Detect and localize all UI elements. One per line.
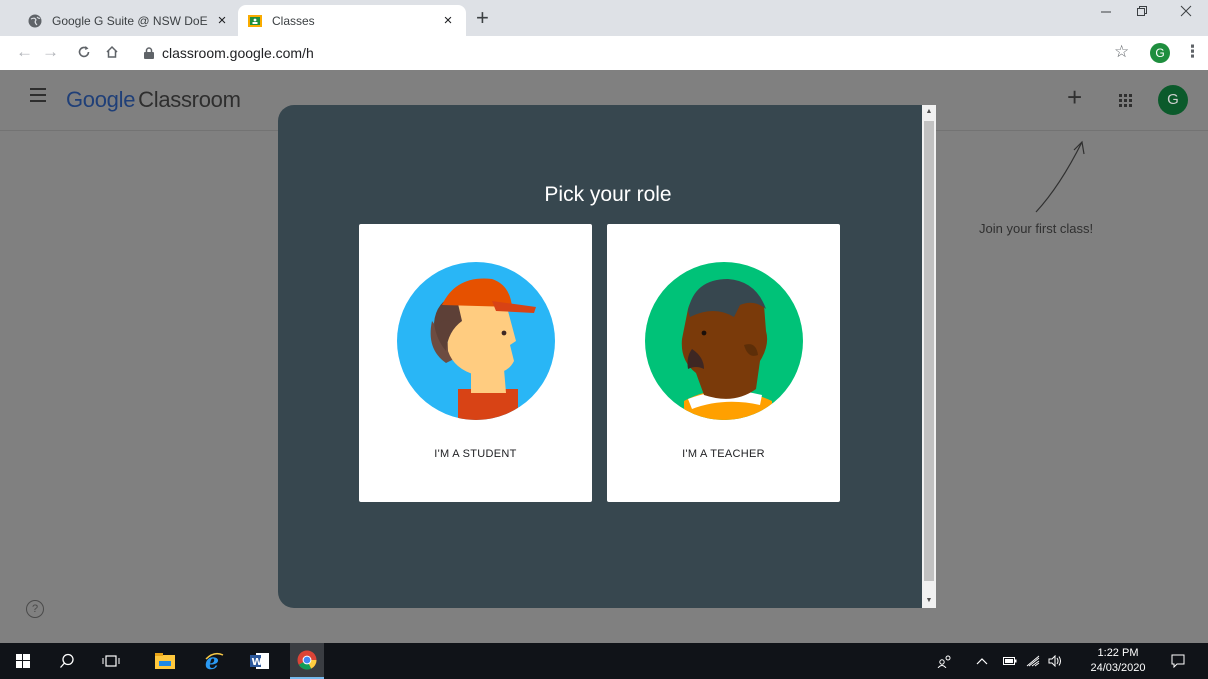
- tab-google-gsuite[interactable]: Google G Suite @ NSW DoE ×: [18, 5, 240, 36]
- teacher-role-card[interactable]: I'M A TEACHER: [607, 224, 840, 502]
- back-arrow-icon[interactable]: ←: [16, 42, 33, 62]
- svg-text:W: W: [252, 657, 263, 668]
- browser-menu-icon[interactable]: ⋮: [1184, 42, 1201, 62]
- tab-close-icon[interactable]: ×: [214, 12, 230, 29]
- dialog-title: Pick your role: [544, 183, 672, 206]
- tab-title: Classes: [272, 13, 315, 28]
- file-explorer-icon[interactable]: [152, 643, 178, 679]
- close-window-icon[interactable]: [1180, 4, 1192, 22]
- browser-toolbar: ← → classroom.google.com/h ☆ G ⋮: [0, 36, 1208, 71]
- join-class-hint: Join your first class!: [979, 221, 1094, 236]
- tab-classes[interactable]: Classes ×: [238, 5, 466, 36]
- clock-date: 24/03/2020: [1090, 662, 1146, 674]
- browser-profile-avatar[interactable]: G: [1150, 43, 1170, 63]
- brand-product: Classroom: [138, 87, 241, 112]
- search-icon[interactable]: [54, 643, 80, 679]
- people-icon[interactable]: [934, 643, 956, 679]
- clock-time: 1:22 PM: [1097, 647, 1139, 659]
- hamburger-menu-icon[interactable]: [30, 88, 46, 106]
- google-classroom-logo[interactable]: Google Classroom: [66, 87, 241, 113]
- action-center-icon[interactable]: [1166, 643, 1190, 679]
- brand-google: Google: [66, 87, 136, 112]
- minimize-icon[interactable]: [1100, 4, 1112, 22]
- chrome-taskbar-icon[interactable]: [290, 643, 324, 679]
- globe-icon: [28, 14, 42, 28]
- student-illustration: [397, 262, 555, 420]
- restore-icon[interactable]: [1136, 4, 1148, 22]
- task-view-icon[interactable]: [98, 643, 124, 679]
- help-icon[interactable]: ?: [26, 600, 44, 618]
- bookmark-star-icon[interactable]: ☆: [1114, 42, 1129, 62]
- volume-icon[interactable]: [1044, 643, 1066, 679]
- windows-taskbar: e W 1:22 PM 24/03/2020: [0, 643, 1208, 679]
- scroll-up-icon[interactable]: ▲: [922, 105, 936, 119]
- tab-close-icon[interactable]: ×: [440, 12, 456, 29]
- show-hidden-icons-icon[interactable]: [972, 643, 992, 679]
- battery-icon[interactable]: [1000, 643, 1020, 679]
- dialog-scrollbar[interactable]: ▲ ▼: [922, 105, 936, 608]
- teacher-role-label: I'M A TEACHER: [682, 448, 765, 460]
- role-picker-dialog: Pick your role I'M A STUDENT I'M A TEACH…: [278, 105, 922, 608]
- scroll-down-icon[interactable]: ▼: [922, 594, 936, 608]
- new-tab-button[interactable]: +: [476, 6, 489, 30]
- add-class-button[interactable]: +: [1067, 84, 1082, 110]
- account-avatar[interactable]: G: [1158, 85, 1188, 115]
- student-role-card[interactable]: I'M A STUDENT: [359, 224, 592, 502]
- apps-grid-icon[interactable]: [1119, 94, 1134, 109]
- windows-start-icon[interactable]: [10, 643, 36, 679]
- classroom-favicon-icon: [248, 14, 262, 28]
- tab-title: Google G Suite @ NSW DoE: [52, 13, 208, 28]
- internet-explorer-icon[interactable]: e: [199, 643, 229, 679]
- scrollbar-thumb[interactable]: [924, 121, 934, 581]
- wifi-icon[interactable]: [1022, 643, 1044, 679]
- home-icon[interactable]: [105, 42, 119, 64]
- student-role-label: I'M A STUDENT: [434, 448, 517, 460]
- system-clock[interactable]: 1:22 PM 24/03/2020: [1090, 646, 1146, 676]
- forward-arrow-icon[interactable]: →: [42, 42, 59, 62]
- reload-icon[interactable]: [77, 42, 91, 64]
- word-icon[interactable]: W: [247, 643, 273, 679]
- url-text: classroom.google.com/h: [162, 45, 314, 61]
- hint-arrow-icon: [1035, 140, 1085, 213]
- teacher-illustration: [645, 262, 803, 420]
- browser-tab-strip: Google G Suite @ NSW DoE × Classes × +: [0, 0, 1208, 36]
- lock-icon: [144, 47, 154, 59]
- address-bar[interactable]: classroom.google.com/h: [134, 39, 1134, 67]
